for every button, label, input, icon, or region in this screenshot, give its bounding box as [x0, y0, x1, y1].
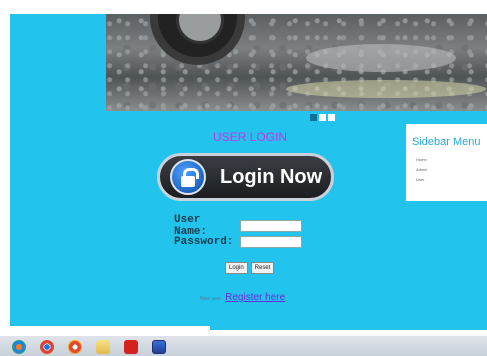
- slider-dot-1[interactable]: [310, 114, 317, 121]
- login-now-button[interactable]: Login Now: [157, 153, 334, 201]
- username-row: User Name:: [174, 214, 302, 238]
- taskbar: [0, 336, 487, 356]
- password-input[interactable]: [240, 236, 302, 248]
- chrome-icon[interactable]: [40, 340, 54, 354]
- username-input[interactable]: [240, 220, 302, 232]
- sidebar: Sidebar Menu Home Admin User: [406, 124, 487, 201]
- register-prefix: New user: [200, 296, 222, 302]
- password-row: Password:: [174, 235, 302, 249]
- password-label: Password:: [174, 236, 234, 248]
- browser-icon[interactable]: [68, 340, 82, 354]
- pdf-reader-icon[interactable]: [124, 340, 138, 354]
- page: USER LOGIN Login Now User Name: Password…: [0, 0, 487, 356]
- login-title: USER LOGIN: [212, 130, 287, 144]
- banner-puddle: [286, 80, 486, 98]
- sidebar-item-admin[interactable]: Admin: [416, 167, 427, 172]
- slider-dots: [310, 114, 335, 122]
- slider-dot-2[interactable]: [319, 114, 326, 121]
- login-now-label: Login Now: [220, 165, 323, 188]
- sidebar-item-home[interactable]: Home: [416, 157, 427, 162]
- top-strip: [0, 0, 487, 14]
- windows-start-icon[interactable]: [12, 340, 26, 354]
- register-link[interactable]: Register here: [225, 292, 285, 303]
- sidebar-item-user[interactable]: User: [416, 177, 424, 182]
- slider-dot-3[interactable]: [328, 114, 335, 121]
- app-window-icon[interactable]: [152, 340, 166, 354]
- register-row: New user Register here: [200, 292, 285, 303]
- banner-puddle: [306, 44, 456, 72]
- reset-button[interactable]: Reset: [250, 262, 275, 274]
- folder-icon[interactable]: [96, 340, 110, 354]
- banner-image: [106, 14, 487, 111]
- login-button[interactable]: Login: [225, 262, 248, 274]
- form-buttons: Login Reset: [225, 262, 275, 274]
- lock-icon: [170, 159, 206, 195]
- sidebar-title: Sidebar Menu: [412, 136, 481, 148]
